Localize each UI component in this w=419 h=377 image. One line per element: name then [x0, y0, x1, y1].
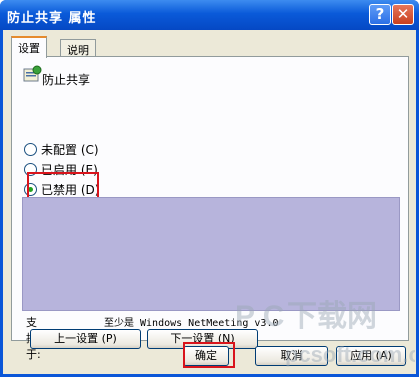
cancel-button[interactable]: 取消: [255, 346, 328, 366]
tab-settings[interactable]: 设置: [11, 36, 47, 58]
policy-setting-icon: [23, 65, 42, 82]
policy-name: 防止共享: [42, 73, 91, 87]
close-button[interactable]: ✕: [392, 4, 414, 25]
help-button[interactable]: ?: [369, 4, 391, 25]
settings-panel: 防止共享 未配置 (C) 已启用 (E) 已禁用 (D) 支持于: 至少是 Wi…: [11, 56, 409, 361]
title-bar[interactable]: 防止共享 属性 ? ✕: [0, 0, 419, 30]
options-area: [22, 197, 400, 311]
window-title: 防止共享 属性: [7, 11, 97, 26]
radio-not-configured[interactable]: 未配置 (C): [24, 141, 99, 157]
apply-button[interactable]: 应用 (A): [336, 346, 406, 366]
radio-label: 未配置 (C): [41, 142, 99, 157]
properties-dialog: 防止共享 属性 ? ✕ 设置 说明 防止共享 未配置 (C) 已启用 (E) 已…: [0, 0, 419, 377]
highlight-box: [183, 342, 235, 368]
prev-setting-button[interactable]: 上一设置 (P): [30, 329, 141, 349]
support-value: 至少是 Windows NetMeeting v3.0: [104, 318, 279, 329]
dialog-body: 设置 说明 防止共享 未配置 (C) 已启用 (E) 已禁用 (D) 支 于: …: [3, 30, 416, 374]
radio-circle[interactable]: [24, 142, 37, 156]
